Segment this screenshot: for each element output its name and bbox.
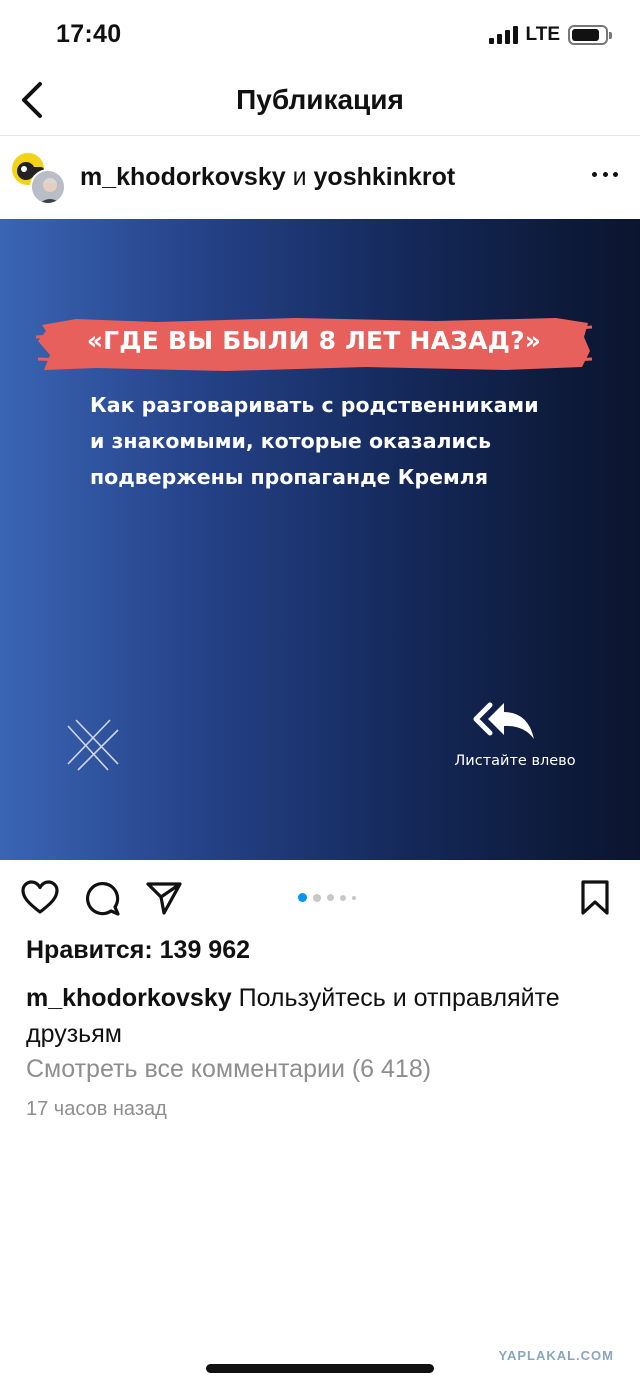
- status-indicators: LTE: [488, 24, 612, 46]
- home-indicator[interactable]: [206, 1364, 434, 1373]
- post-caption: m_khodorkovsky Пользуйтесь и отправляйте…: [26, 980, 626, 1052]
- view-comments-link[interactable]: Смотреть все комментарии (6 418): [26, 1055, 431, 1084]
- like-button[interactable]: [20, 878, 60, 918]
- carousel-dot-active: [298, 893, 307, 902]
- watermark: YAPLAKAL.COM: [498, 1348, 614, 1363]
- battery-icon: [568, 25, 612, 45]
- carousel-dot: [340, 894, 346, 901]
- send-icon: [146, 882, 182, 915]
- carousel-dot: [327, 894, 334, 901]
- author-conjunction: и: [292, 163, 307, 191]
- status-time: 17:40: [56, 20, 122, 48]
- author-primary-link[interactable]: m_khodorkovsky: [80, 163, 286, 191]
- comment-icon: [86, 882, 120, 916]
- signal-icon: [488, 26, 518, 44]
- save-button[interactable]: [578, 878, 618, 918]
- more-horizontal-icon: [592, 171, 597, 177]
- likes-count[interactable]: Нравится: 139 962: [26, 936, 250, 965]
- swipe-label: Листайте влево: [454, 753, 576, 769]
- share-button[interactable]: [144, 878, 184, 918]
- author-avatars[interactable]: [10, 151, 66, 207]
- avatar-m-khodorkovsky[interactable]: [30, 169, 66, 205]
- post-authors: m_khodorkovsky и yoshkinkrot: [80, 163, 455, 192]
- headline-text: «ГДЕ ВЫ БЫЛИ 8 ЛЕТ НАЗАД?»: [86, 326, 542, 355]
- battery-level: [572, 29, 600, 41]
- page-title: Публикация: [236, 84, 404, 115]
- post-image[interactable]: «ГДЕ ВЫ БЫЛИ 8 ЛЕТ НАЗАД?» Как разговари…: [0, 219, 640, 860]
- more-options-button[interactable]: [592, 169, 618, 179]
- status-bar: 17:40 LTE: [0, 0, 640, 70]
- post-timestamp: 17 часов назад: [26, 1098, 167, 1120]
- heart-icon: [21, 880, 59, 914]
- cross-logo-icon: [67, 719, 119, 771]
- bookmark-icon: [581, 880, 609, 915]
- network-type: LTE: [525, 24, 560, 45]
- subtitle-line: подвержены пропаганде Кремля: [90, 465, 488, 489]
- subtitle-line: Как разговаривать с родственниками: [90, 393, 539, 417]
- author-secondary-link[interactable]: yoshkinkrot: [314, 163, 456, 191]
- post-header: m_khodorkovsky и yoshkinkrot: [0, 137, 640, 219]
- swipe-left-icon: [473, 702, 534, 739]
- subtitle-line: и знакомыми, которые оказались: [90, 429, 492, 453]
- comment-button[interactable]: [82, 878, 122, 918]
- carousel-dot: [313, 893, 321, 902]
- carousel-dot: [352, 895, 356, 900]
- image-subtitle: Как разговаривать с родственниками и зна…: [90, 387, 570, 495]
- nav-header: Публикация: [0, 70, 640, 136]
- headline-banner: «ГДЕ ВЫ БЫЛИ 8 ЛЕТ НАЗАД?»: [36, 315, 592, 373]
- post-actions: [0, 860, 640, 936]
- carousel-indicator: [298, 893, 356, 902]
- caption-username[interactable]: m_khodorkovsky: [26, 984, 232, 1012]
